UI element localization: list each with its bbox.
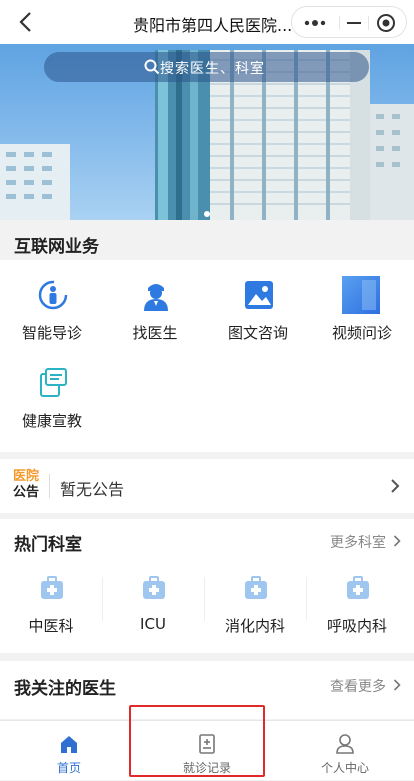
section-title-hot-departments: 热门科室 [14,535,82,555]
followed-doctors-section: 我关注的医生 查看更多 [0,661,414,719]
tab-label: 个人中心 [320,761,369,775]
notice-badge: 医院 公告 [13,469,40,500]
hospital-notice-bar[interactable]: 医院 公告 暂无公告 [0,459,414,513]
section-title-internet: 互联网业务 [14,237,99,257]
close-target-icon[interactable] [376,13,396,33]
page-title: 贵阳市第四人民医院... [133,16,293,35]
tile-label: 视频问诊 [331,324,392,342]
tab-home[interactable]: 首页 [0,721,138,781]
dept-label: ICU [140,615,166,633]
service-smart-guide[interactable]: 智能导诊 [0,260,104,342]
more-departments-link[interactable]: 更多科室 [330,532,402,552]
service-image-consult[interactable]: 图文咨询 [206,260,310,342]
capsule-divider [339,16,340,30]
tab-personal-center[interactable]: 个人中心 [276,721,414,781]
chevron-right-icon [394,535,402,547]
notice-text: 暂无公告 [60,480,125,499]
view-more-label: 查看更多 [330,679,386,695]
dept-label: 中医科 [28,617,74,635]
health-education-icon [40,368,67,397]
tile-label: 健康宣教 [21,412,82,430]
medical-kit-icon [143,576,165,599]
video-consult-icon [342,276,380,314]
dept-item[interactable]: ICU [102,575,204,641]
user-icon [336,734,354,754]
doctor-icon [144,284,168,311]
tab-visit-records[interactable]: 就诊记录 [138,721,276,781]
hot-departments-section: 热门科室 更多科室 中医科 ICU 消化内科 呼吸内科 [0,519,414,653]
hospital-banner[interactable]: 搜索医生、科室 [0,44,414,220]
medical-kit-icon [245,576,267,599]
search-bar[interactable]: 搜索医生、科室 [44,52,369,82]
tile-label: 图文咨询 [227,324,288,342]
service-health-education[interactable]: 健康宣教 [0,348,104,430]
medical-kit-icon [41,576,63,599]
view-more-link[interactable]: 查看更多 [330,676,402,696]
capsule-divider [368,16,369,30]
chevron-right-icon [391,479,400,493]
dept-label: 消化内科 [224,617,285,635]
bottom-tab-bar: 首页 就诊记录 个人中心 [0,720,414,780]
tab-label: 就诊记录 [182,761,231,775]
search-icon [144,59,160,75]
image-consult-icon [245,281,273,309]
service-find-doctor[interactable]: 找医生 [103,260,207,342]
more-departments-label: 更多科室 [330,535,386,551]
medical-record-icon [199,734,215,754]
tile-label: 智能导诊 [21,324,82,342]
tile-label: 找医生 [132,324,178,342]
chevron-right-icon [394,679,402,691]
minimize-icon[interactable] [347,22,361,24]
mini-program-capsule [291,6,407,38]
dept-item[interactable]: 中医科 [0,575,102,641]
home-icon [61,736,77,753]
back-arrow-icon[interactable] [14,9,40,35]
section-title-followed-doctors: 我关注的医生 [14,679,116,699]
dept-label: 呼吸内科 [326,617,387,635]
notice-divider [49,474,50,498]
dept-item[interactable]: 呼吸内科 [306,575,408,641]
tab-label: 首页 [56,761,81,775]
search-placeholder: 搜索医生、科室 [160,61,265,77]
internet-services-panel: 智能导诊 找医生 图文咨询 视频问诊 健康宣教 [0,260,414,452]
service-video-consult[interactable]: 视频问诊 [310,260,414,342]
dept-item[interactable]: 消化内科 [204,575,306,641]
more-dots-icon[interactable] [303,16,327,30]
medical-kit-icon [347,576,369,599]
navigation-bar: 贵阳市第四人民医院... [0,0,414,44]
guide-person-icon [38,280,68,310]
